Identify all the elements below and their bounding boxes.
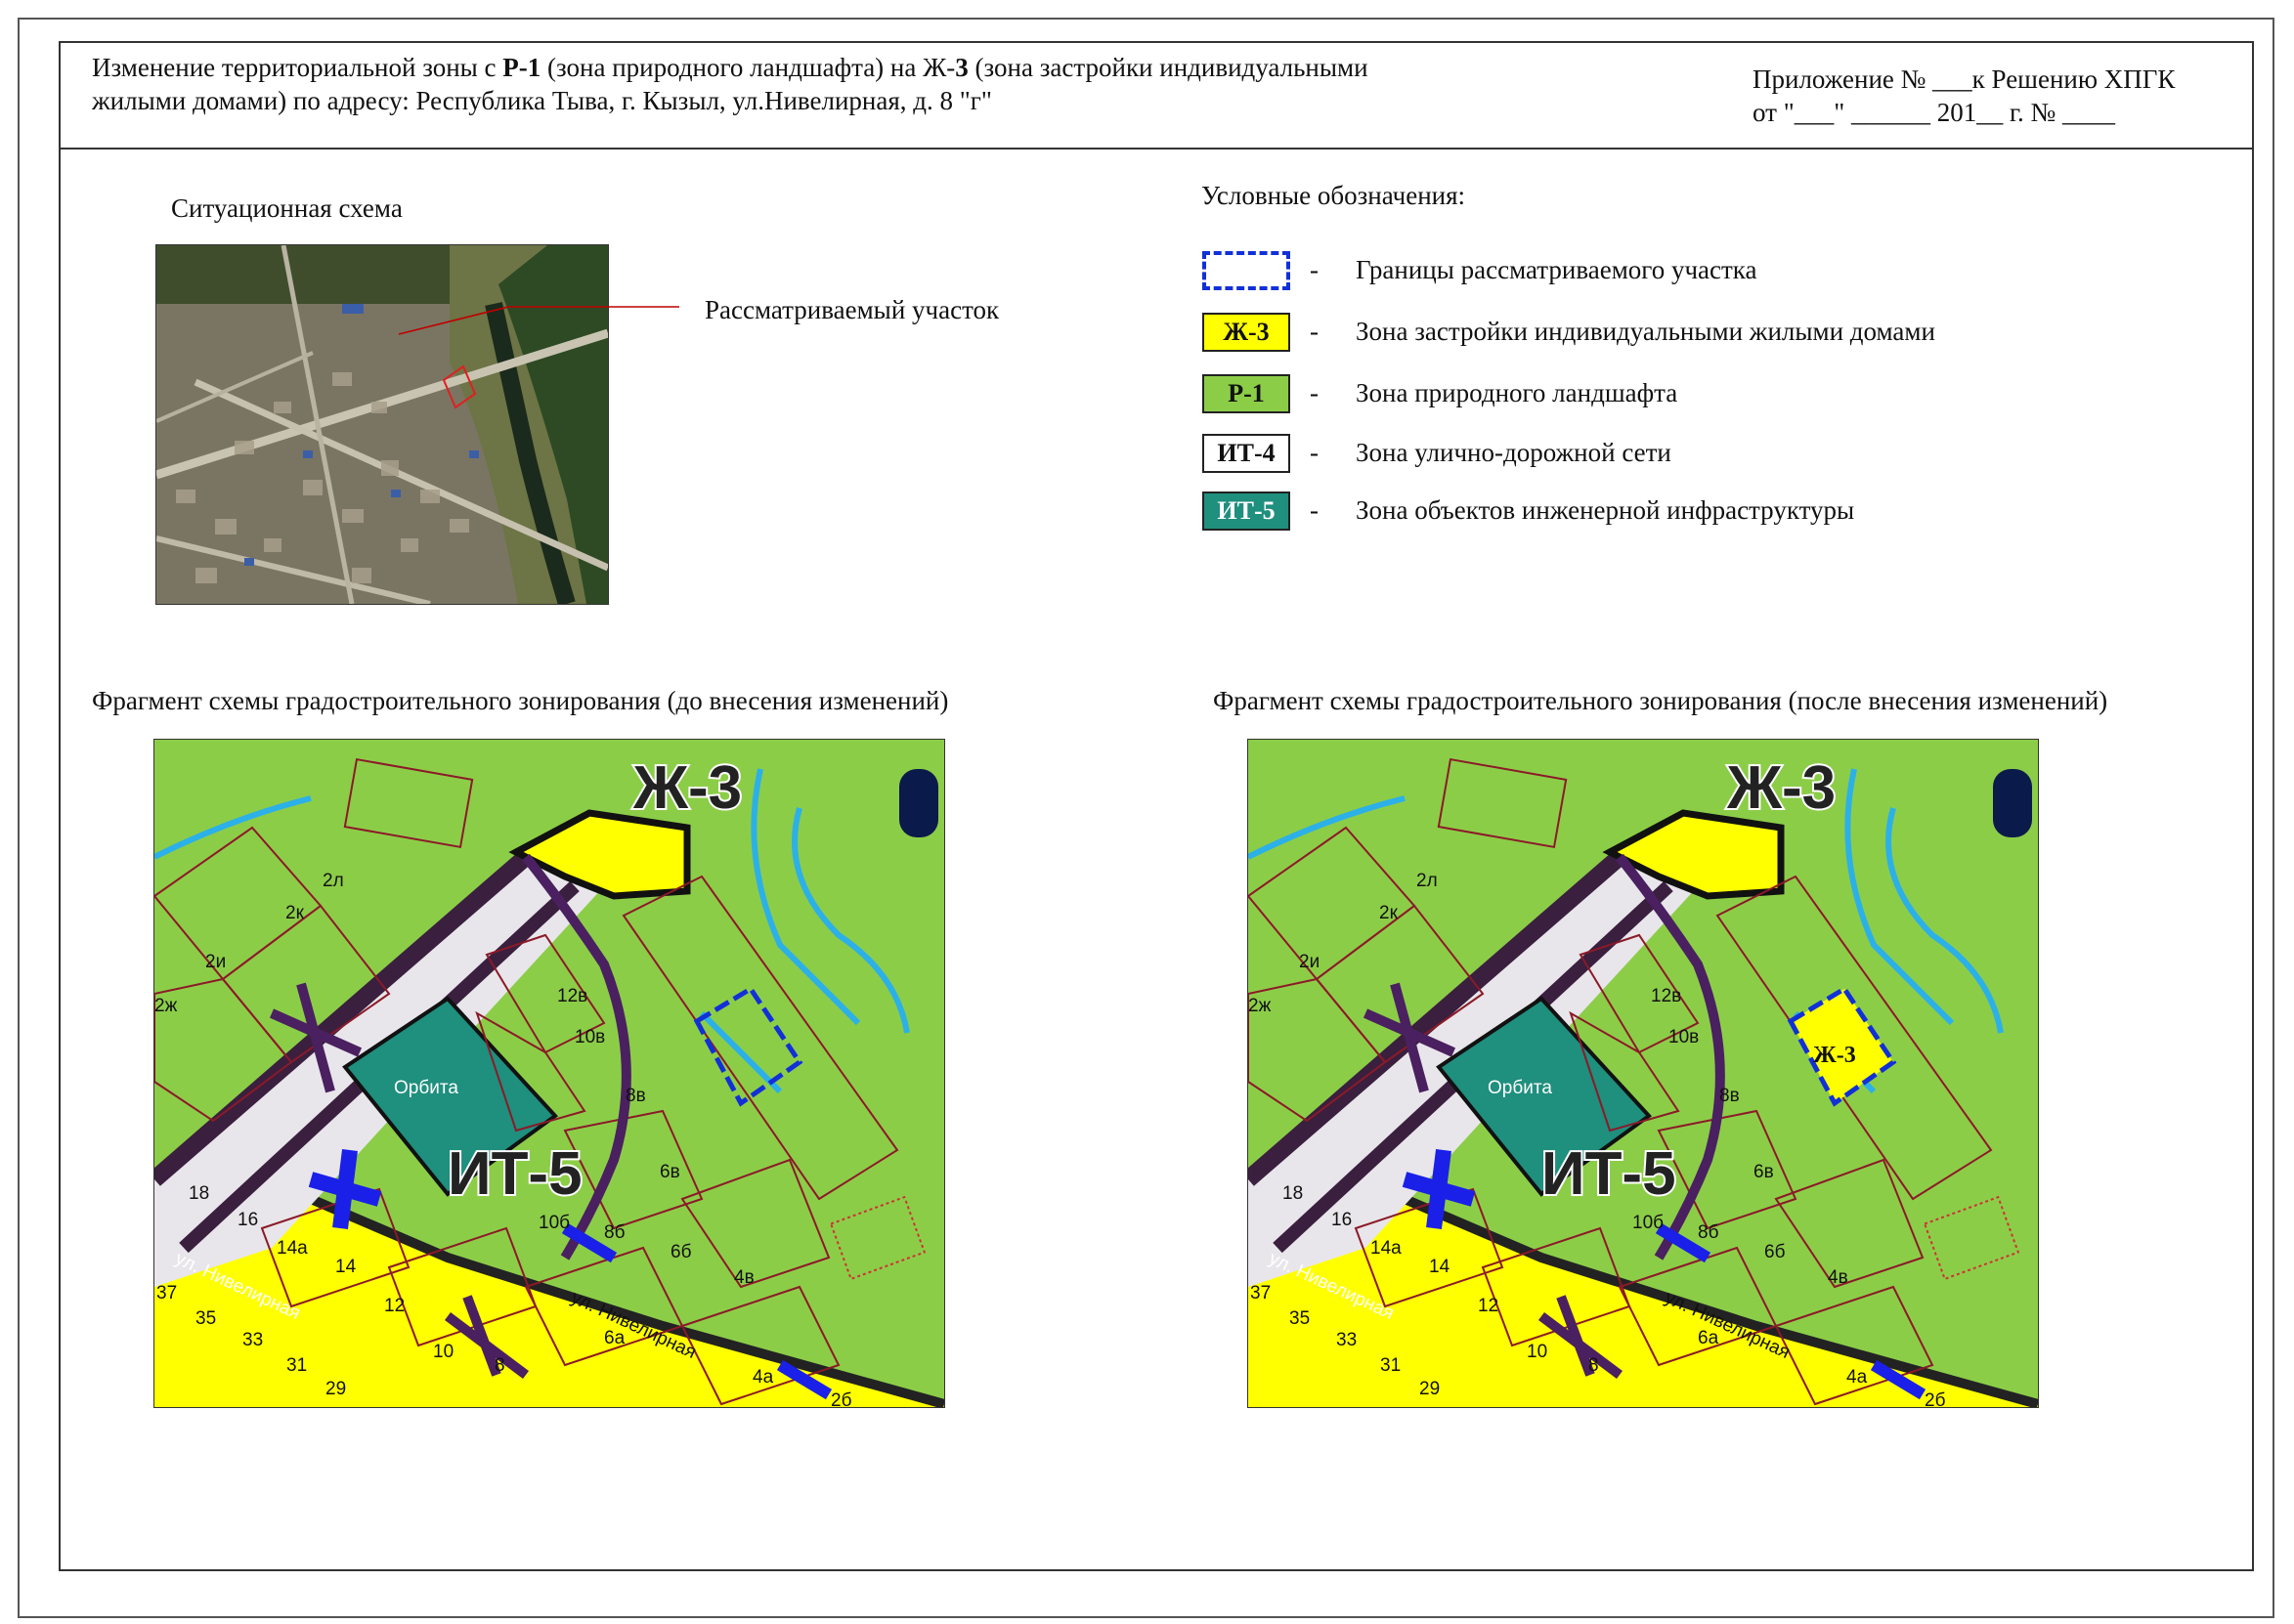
- zone-label-it5: ИТ-5: [1541, 1140, 1676, 1208]
- lot-label: 2к: [1379, 903, 1399, 923]
- legend-text: Границы рассматриваемого участка: [1356, 255, 1757, 284]
- legend-text: Зона улично-дорожной сети: [1356, 438, 1671, 467]
- lot-label: 29: [1419, 1379, 1440, 1399]
- r1-swatch: Р-1: [1202, 374, 1290, 413]
- title-mid: (зона природного ландшафта) на Ж-: [541, 53, 956, 82]
- lot-label: 8б: [604, 1222, 626, 1243]
- lot-label: 14: [335, 1257, 357, 1277]
- lot-label: 18: [189, 1183, 209, 1204]
- title-suffix: (зона застройки индивидуальными: [968, 53, 1368, 82]
- zone-label-it5: ИТ-5: [448, 1140, 583, 1208]
- zone-from: Р-1: [502, 53, 541, 82]
- lot-label: 6б: [671, 1242, 692, 1262]
- lot-label: 12: [384, 1296, 405, 1316]
- lot-label: 16: [1331, 1210, 1352, 1230]
- map-after-title: Фрагмент схемы градостроительного зониро…: [1213, 686, 2108, 715]
- callout-label: Рассматриваемый участок: [705, 295, 1000, 324]
- lot-label: 37: [1250, 1283, 1271, 1303]
- lot-label: 12в: [1651, 986, 1681, 1006]
- legend-text: Зона природного ландшафта: [1356, 378, 1678, 407]
- legend-dash: -: [1310, 255, 1319, 284]
- lot-label: 8в: [626, 1086, 646, 1106]
- lot-label: 4а: [753, 1367, 774, 1388]
- lot-label: 14: [1429, 1257, 1450, 1277]
- lot-label: 6в: [1753, 1162, 1774, 1182]
- lot-label: 2б: [831, 1390, 852, 1407]
- header-divider: [59, 148, 2254, 150]
- legend-text: Зона объектов инженерной инфраструктуры: [1356, 495, 1855, 525]
- legend-dash: -: [1310, 438, 1319, 467]
- map-before: Ж-3 ИТ-5 Орбита ул. Нивелирная ул. Нивел…: [153, 739, 945, 1408]
- lot-label: 14а: [1370, 1238, 1402, 1259]
- lot-label: 10б: [539, 1213, 570, 1233]
- it5-swatch: ИТ-5: [1202, 491, 1290, 531]
- lot-label: 6а: [1698, 1328, 1719, 1348]
- appendix-block: Приложение № ___к Решению ХПГК от "___" …: [1753, 63, 2175, 129]
- lot-label: 10в: [1668, 1027, 1699, 1047]
- lot-label: 8: [495, 1355, 505, 1376]
- lot-label: 6а: [604, 1328, 626, 1348]
- situation-title: Ситуационная схема: [171, 193, 403, 223]
- appendix-line1: Приложение № ___к Решению ХПГК: [1753, 64, 2176, 94]
- lot-label: 2л: [1416, 871, 1438, 891]
- lot-label: 10: [1527, 1342, 1547, 1362]
- lot-label: 4в: [734, 1267, 755, 1288]
- lot-label: 35: [1289, 1308, 1310, 1329]
- boundary-swatch: [1202, 251, 1290, 290]
- document-title: Изменение территориальной зоны с Р-1 (зо…: [92, 51, 1617, 117]
- lot-label: 4а: [1846, 1367, 1868, 1388]
- lot-label: 33: [242, 1330, 263, 1350]
- lot-label: 10: [433, 1342, 454, 1362]
- lot-label: 2ж: [1248, 996, 1272, 1016]
- new-zone-label: Ж-3: [1813, 1043, 1856, 1068]
- lot-label: 18: [1282, 1183, 1303, 1204]
- legend-dash: -: [1310, 495, 1319, 525]
- lot-label: 16: [238, 1210, 258, 1230]
- lot-label: 2л: [323, 871, 344, 891]
- lot-label: 2ж: [154, 996, 178, 1016]
- lot-label: 10в: [575, 1027, 605, 1047]
- lot-label: 12в: [557, 986, 587, 1006]
- title-line2: жилыми домами) по адресу: Республика Тыв…: [92, 86, 992, 115]
- lot-label: 4в: [1828, 1267, 1848, 1288]
- legend-dash: -: [1310, 317, 1319, 346]
- lot-label: 8б: [1698, 1222, 1719, 1243]
- it4-swatch: ИТ-4: [1202, 434, 1290, 473]
- lot-label: 8в: [1719, 1086, 1740, 1106]
- lot-label: 12: [1478, 1296, 1498, 1316]
- lot-label: 2к: [285, 903, 305, 923]
- map-after: Ж-3 Ж-3 ИТ-5 Орбита ул. Нивелирная ул. Н…: [1247, 739, 2039, 1408]
- callout-line: [398, 306, 679, 335]
- lot-label: 2б: [1925, 1390, 1946, 1407]
- lot-label: 31: [286, 1355, 307, 1376]
- lot-label: 10б: [1632, 1213, 1664, 1233]
- lot-label: 2и: [1299, 952, 1320, 972]
- lot-label: 2и: [205, 952, 226, 972]
- lot-label: 35: [195, 1308, 216, 1329]
- orbita-label: Орбита: [1488, 1078, 1552, 1098]
- legend-title: Условные обозначения:: [1201, 181, 1466, 210]
- orbita-label: Орбита: [394, 1078, 458, 1098]
- map-before-title: Фрагмент схемы градостроительного зониро…: [92, 686, 949, 715]
- lot-label: 31: [1380, 1355, 1401, 1376]
- zone-to: 3: [955, 53, 969, 82]
- lot-label: 33: [1336, 1330, 1357, 1350]
- title-prefix: Изменение территориальной зоны с: [92, 53, 503, 82]
- zone-label-zh3: Ж-3: [632, 754, 742, 822]
- zh3-swatch: Ж-3: [1202, 313, 1290, 352]
- lot-label: 6б: [1764, 1242, 1786, 1262]
- lot-label: 8: [1588, 1355, 1599, 1376]
- legend-dash: -: [1310, 378, 1319, 407]
- appendix-line2: от "___" ______ 201__ г. № ____: [1753, 98, 2116, 127]
- lot-label: 6в: [660, 1162, 680, 1182]
- lot-label: 14а: [277, 1238, 308, 1259]
- zone-label-zh3: Ж-3: [1726, 754, 1836, 822]
- lot-label: 37: [156, 1283, 177, 1303]
- lot-label: 29: [325, 1379, 346, 1399]
- legend-text: Зона застройки индивидуальными жилыми до…: [1356, 317, 1935, 346]
